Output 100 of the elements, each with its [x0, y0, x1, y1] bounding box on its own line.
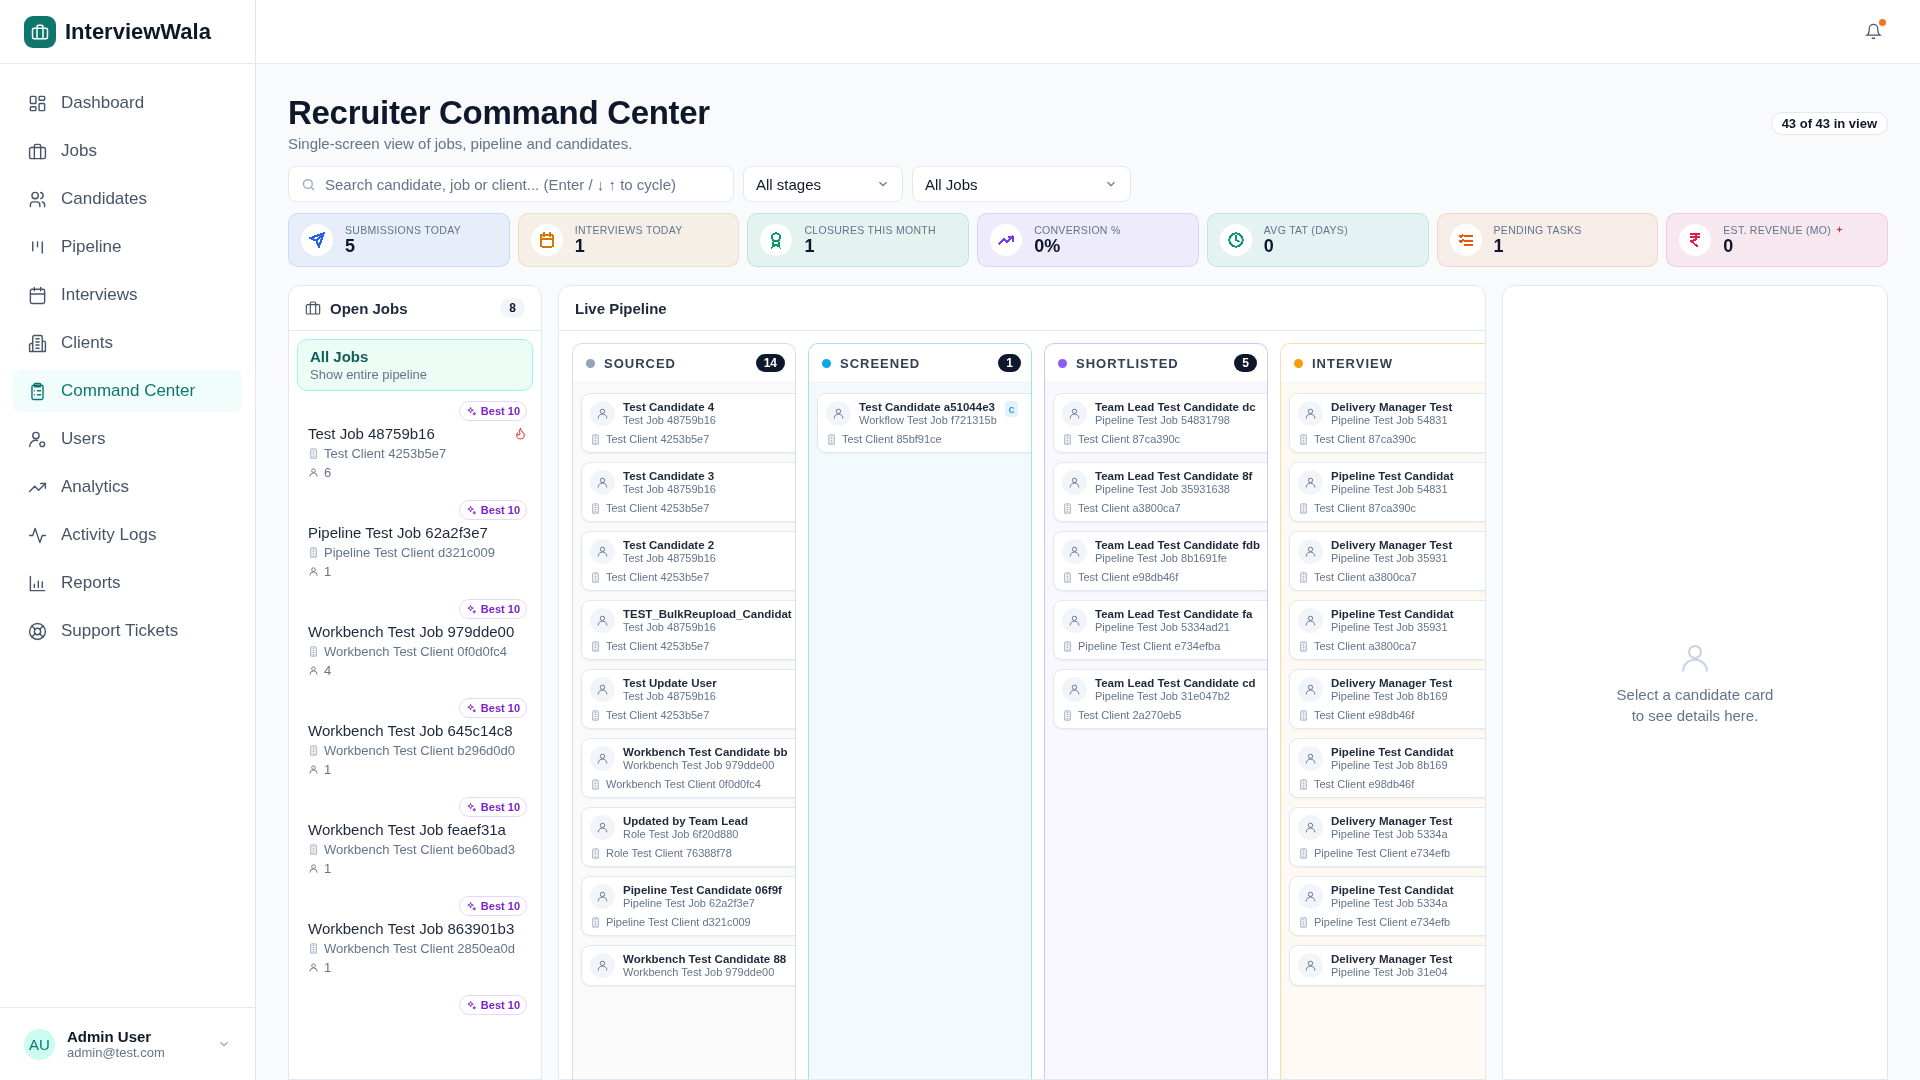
candidate-card[interactable]: Delivery Manager Test Pipeline Test Job 35931 Test Client a3800ca7 — [1289, 531, 1485, 591]
nav-item[interactable]: Candidates — [13, 178, 242, 220]
trend-icon — [990, 224, 1023, 256]
page-subtitle: Single-screen view of jobs, pipeline and candidates. — [288, 135, 634, 152]
nav-item[interactable]: Users — [13, 418, 242, 460]
calendar-icon — [530, 224, 563, 256]
candidate-name: Pipeline Test Candidat — [1331, 470, 1454, 482]
client-name: Test Client 85bf91ce — [842, 433, 942, 445]
best-badge[interactable]: Best 10 — [458, 797, 527, 817]
job-title[interactable]: Test Job 48759b16 — [308, 425, 435, 442]
person-icon — [308, 665, 319, 676]
candidate-card[interactable]: Workbench Test Candidate 88 Workbench Test Job 979dde00 — [581, 945, 795, 986]
candidate-count: 6 — [324, 465, 332, 480]
building-icon — [1298, 571, 1309, 583]
candidate-card[interactable]: Test Candidate 3 Test Job 48759b16 Test Client 4253b5e7 — [581, 462, 795, 522]
job-select[interactable]: All Jobs — [912, 166, 1131, 202]
stat-label: AVG TAT (DAYS) — [1263, 223, 1348, 236]
candidate-card[interactable]: Pipeline Test Candidat Pipeline Test Job 54831 Test Client 87ca390c — [1289, 462, 1485, 522]
job-count: 8 — [500, 298, 525, 318]
best-badge[interactable]: Best 10 — [458, 599, 527, 619]
job-title[interactable]: Workbench Test Job feaef31a — [308, 821, 506, 838]
building-icon — [1062, 433, 1073, 445]
candidate-card[interactable]: Test Candidate 2 Test Job 48759b16 Test Client 4253b5e7 — [581, 531, 795, 591]
avatar-icon — [590, 815, 615, 840]
nav-item[interactable]: Pipeline — [13, 226, 242, 268]
job-title[interactable]: Workbench Test Job 863901b3 — [308, 920, 515, 937]
candidate-card[interactable]: Delivery Manager Test Pipeline Test Job 54831 Test Client 87ca390c — [1289, 393, 1485, 453]
stage-select[interactable]: All stages — [743, 166, 903, 202]
nav-item[interactable]: Command Center — [13, 370, 242, 412]
nav-item[interactable]: Jobs — [13, 130, 242, 172]
stage-label: INTERVIEW — [1312, 355, 1393, 371]
candidate-card[interactable]: Test Candidate 4 Test Job 48759b16 Test Client 4253b5e7 — [581, 393, 795, 453]
job-name: Pipeline Test Job 62a2f3e7 — [623, 897, 756, 909]
avatar-icon — [1298, 884, 1323, 909]
candidate-card[interactable]: Delivery Manager Test Pipeline Test Job 31e04 — [1289, 945, 1485, 986]
stat-label: CLOSURES THIS MONTH — [804, 223, 936, 236]
candidate-card[interactable]: Team Lead Test Candidate fa Pipeline Test Job 5334ad21 Pipeline Test Client e734efba — [1053, 600, 1267, 660]
pulse-icon — [28, 525, 47, 545]
search-field[interactable]: Search candidate, job or client... (Enter / ↓ ↑ to cycle) — [288, 166, 734, 202]
candidate-name: Team Lead Test Candidate fa — [1095, 608, 1253, 620]
candidate-card[interactable]: Workbench Test Candidate bb Workbench Test Job 979dde00 Workbench Test Client 0f0d0fc4 — [581, 738, 795, 798]
candidate-card[interactable]: Delivery Manager Test Pipeline Test Job 5334a Pipeline Test Client e734efb — [1289, 807, 1485, 867]
candidate-name: Team Lead Test Candidate fdb — [1095, 539, 1261, 551]
avatar-icon — [1298, 746, 1323, 771]
best-badge[interactable]: Best 10 — [458, 995, 527, 1015]
candidate-card[interactable]: Updated by Team Lead Role Test Job 6f20d880 Role Test Client 76388f78 — [581, 807, 795, 867]
candidate-card[interactable]: Delivery Manager Test Pipeline Test Job 8b169 Test Client e98db46f — [1289, 669, 1485, 729]
client-name: Workbench Test Client 0f0d0fc4 — [606, 778, 761, 790]
client-name: Role Test Client 76388f78 — [606, 847, 732, 859]
stage-label: SHORTLISTED — [1076, 355, 1179, 371]
candidate-count: 1 — [324, 564, 332, 579]
building-icon — [826, 433, 837, 445]
nav-item[interactable]: Clients — [13, 322, 242, 364]
building-icon — [1062, 709, 1073, 721]
job-name: Pipeline Test Job 35931638 — [1095, 483, 1231, 495]
client-name: Pipeline Test Client d321c009 — [606, 916, 751, 928]
client-name: Test Client 4253b5e7 — [606, 502, 710, 514]
best-badge[interactable]: Best 10 — [458, 896, 527, 916]
candidate-name: Pipeline Test Candidat — [1331, 746, 1454, 758]
candidate-card[interactable]: Test Update User Test Job 48759b16 Test Client 4253b5e7 — [581, 669, 795, 729]
user-avatar: AU — [24, 1028, 55, 1060]
client-name: Pipeline Test Client d321c009 — [324, 545, 496, 560]
best-badge[interactable]: Best 10 — [458, 698, 527, 718]
job-title[interactable]: Workbench Test Job 979dde00 — [308, 623, 515, 640]
best-badge[interactable]: Best 10 — [458, 401, 527, 421]
candidate-card[interactable]: Pipeline Test Candidat Pipeline Test Job 35931 Test Client a3800ca7 — [1289, 600, 1485, 660]
avatar-icon — [1298, 815, 1323, 840]
all-jobs-item[interactable]: All Jobs Show entire pipeline — [297, 339, 533, 391]
candidate-card[interactable]: Pipeline Test Candidate 06f9f Pipeline Test Job 62a2f3e7 Pipeline Test Client d321c009 — [581, 876, 795, 936]
stat-value: 1 — [1493, 235, 1505, 257]
candidate-card[interactable]: Pipeline Test Candidat Pipeline Test Job 5334a Pipeline Test Client e734efb — [1289, 876, 1485, 936]
avatar-icon — [1298, 608, 1323, 633]
building-icon — [308, 943, 319, 954]
nav-item[interactable]: Activity Logs — [13, 514, 242, 556]
job-name: Pipeline Test Job 54831798 — [1095, 414, 1231, 426]
candidate-card[interactable]: Team Lead Test Candidate 8f Pipeline Test Job 35931638 Test Client a3800ca7 — [1053, 462, 1267, 522]
candidate-name: Delivery Manager Test — [1331, 953, 1453, 965]
job-name: Pipeline Test Job 8b169 — [1331, 759, 1449, 771]
avatar-icon — [1062, 539, 1087, 564]
nav-item[interactable]: Interviews — [13, 274, 242, 316]
nav-item[interactable]: Reports — [13, 562, 242, 604]
candidate-count: 1 — [324, 960, 332, 975]
candidate-card[interactable]: Team Lead Test Candidate dc Pipeline Test Job 54831798 Test Client 87ca390c — [1053, 393, 1267, 453]
avatar-icon — [1062, 401, 1087, 426]
nav-item[interactable]: Analytics — [13, 466, 242, 508]
job-title[interactable]: Pipeline Test Job 62a2f3e7 — [308, 524, 488, 541]
nav-item[interactable]: Dashboard — [13, 82, 242, 124]
avatar-icon — [590, 746, 615, 771]
avatar-icon — [590, 608, 615, 633]
candidate-name: Workbench Test Candidate bb — [623, 746, 788, 758]
job-title[interactable]: Workbench Test Job 645c14c8 — [308, 722, 513, 739]
best-badge[interactable]: Best 10 — [458, 500, 527, 520]
candidate-card[interactable]: Pipeline Test Candidat Pipeline Test Job 8b169 Test Client e98db46f — [1289, 738, 1485, 798]
building-icon — [1298, 640, 1309, 652]
nav-item[interactable]: Support Tickets — [13, 610, 242, 652]
candidate-card[interactable]: Test Candidate a51044e3 Workflow Test Job f721315b c Test Client 85bf91ce — [817, 393, 1031, 453]
candidate-card[interactable]: Team Lead Test Candidate cd Pipeline Test Job 31e047b2 Test Client 2a270eb5 — [1053, 669, 1267, 729]
candidate-name: Test Update User — [623, 677, 717, 689]
candidate-card[interactable]: Team Lead Test Candidate fdb Pipeline Test Job 8b1691fe Test Client e98db46f — [1053, 531, 1267, 591]
candidate-card[interactable]: TEST_BulkReupload_Candidat Test Job 48759b16 Test Client 4253b5e7 — [581, 600, 795, 660]
